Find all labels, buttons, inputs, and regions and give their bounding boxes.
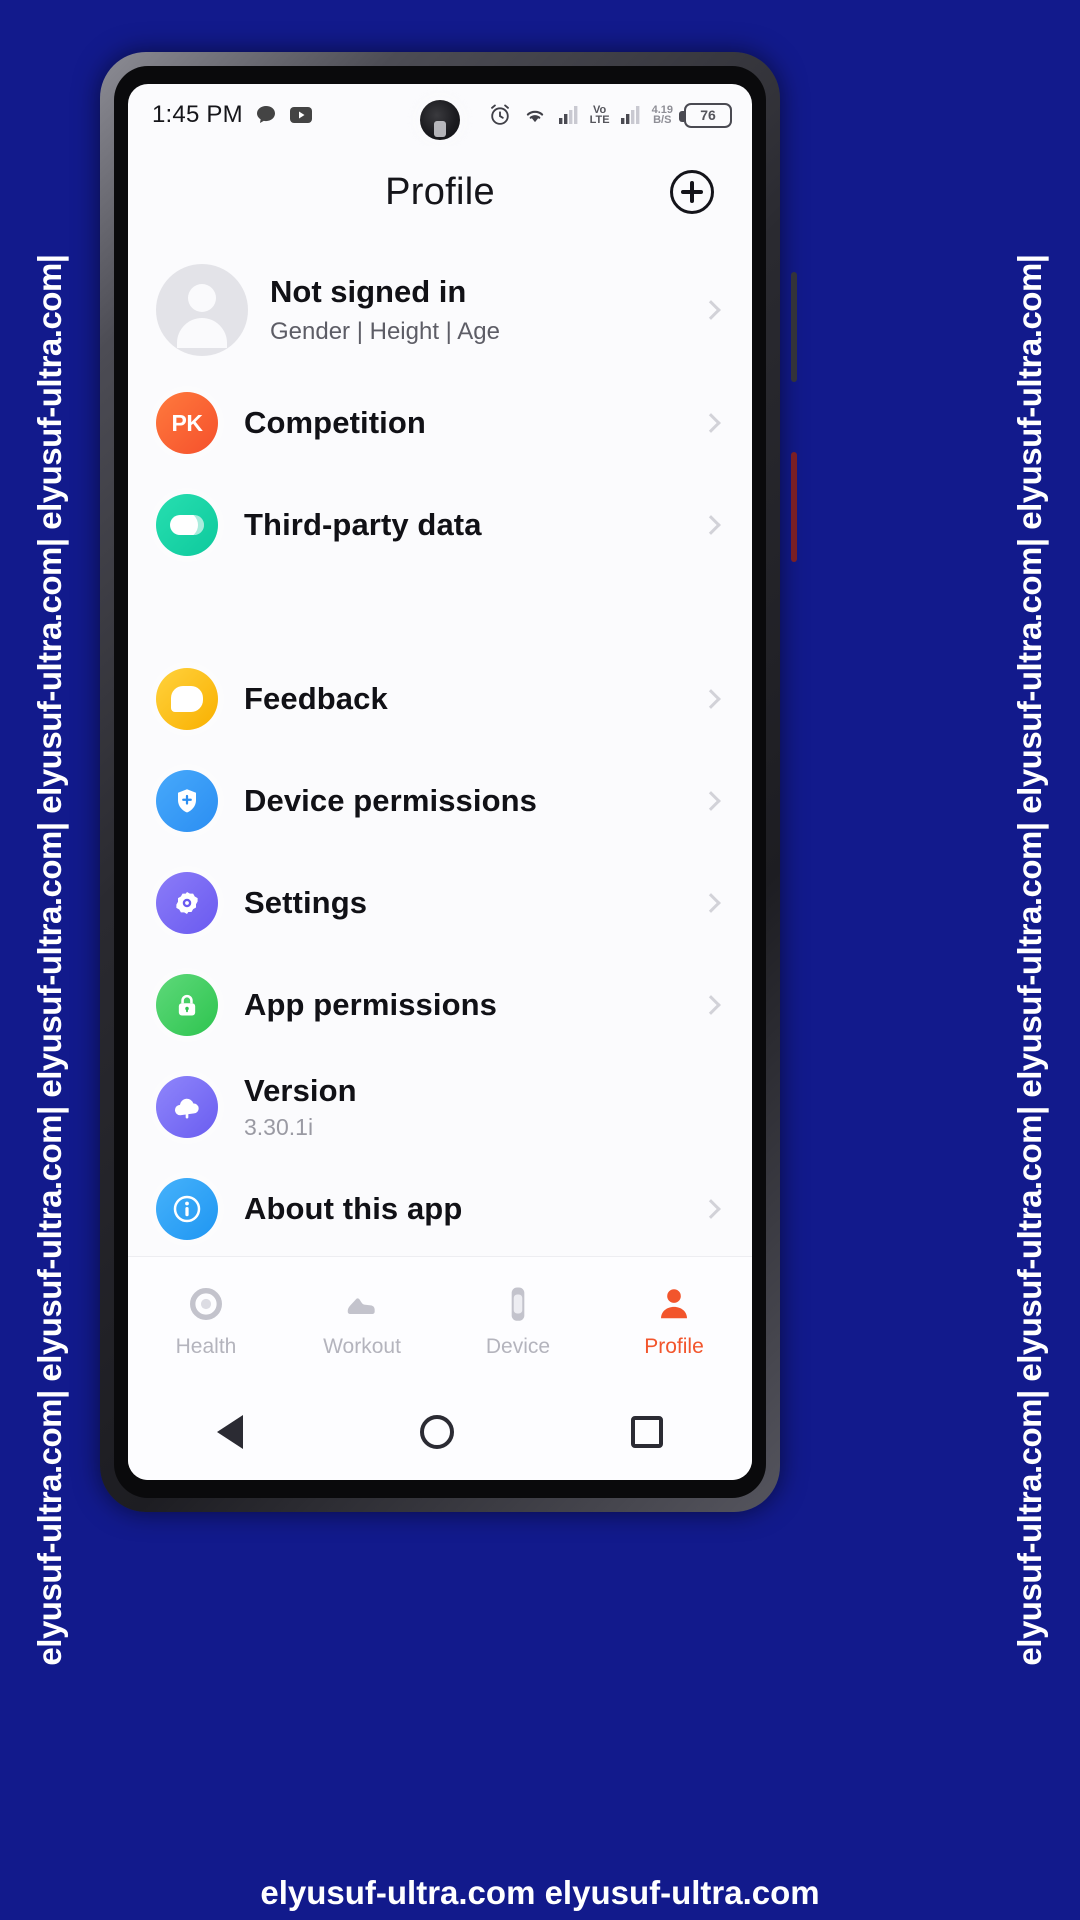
profile-name: Not signed in (270, 274, 467, 309)
front-camera-punch-hole (420, 100, 460, 140)
status-bar: 1:45 PM Vo LTE 4.19 B/S 76 (128, 84, 752, 146)
menu-item-version-label: Version (244, 1073, 357, 1108)
menu-item-app-permissions-label: App permissions (244, 987, 497, 1022)
chevron-right-icon (701, 995, 721, 1015)
volte-indicator: Vo LTE (589, 105, 610, 126)
feedback-icon (156, 668, 218, 730)
chevron-right-icon (701, 689, 721, 709)
wifi-icon (522, 104, 548, 126)
list-section-gap (128, 576, 752, 648)
status-bar-left: 1:45 PM (152, 101, 313, 129)
menu-item-feedback[interactable]: Feedback (128, 648, 752, 750)
avatar (156, 264, 248, 356)
menu-item-device-permissions[interactable]: Device permissions (128, 750, 752, 852)
menu-item-settings-label: Settings (244, 885, 368, 920)
menu-item-version-value: 3.30.1i (244, 1114, 314, 1140)
menu-item-competition[interactable]: PK Competition (128, 372, 752, 474)
volume-button[interactable] (791, 272, 797, 382)
chevron-right-icon (701, 515, 721, 535)
nav-item-profile[interactable]: Profile (596, 1283, 752, 1359)
battery-level-text: 76 (700, 107, 716, 123)
capsule-icon (156, 494, 218, 556)
app-bar: Profile (128, 146, 752, 238)
nav-item-workout[interactable]: Workout (284, 1283, 440, 1359)
menu-item-settings[interactable]: Settings (128, 852, 752, 954)
page-title: Profile (385, 170, 495, 213)
watermark-bottom: elyusuf-ultra.com elyusuf-ultra.com (260, 1874, 820, 1911)
network-speed-indicator: 4.19 B/S (652, 105, 673, 126)
netspeed-line-2: B/S (653, 114, 672, 126)
nav-item-device[interactable]: Device (440, 1283, 596, 1359)
chat-bubble-icon (254, 103, 278, 127)
gear-icon (156, 872, 218, 934)
menu-item-feedback-label: Feedback (244, 681, 388, 716)
signal-bars-icon (557, 104, 581, 126)
add-button[interactable] (670, 170, 714, 214)
shield-icon (156, 770, 218, 832)
chevron-right-icon (701, 893, 721, 913)
profile-account-row[interactable]: Not signed in Gender | Height | Age (128, 242, 752, 372)
home-circle-icon[interactable] (419, 1415, 454, 1449)
menu-item-competition-label: Competition (244, 405, 426, 440)
signal-bars-icon (619, 104, 643, 126)
alarm-icon (487, 102, 513, 128)
menu-item-third-party-data-label: Third-party data (244, 507, 482, 542)
chevron-right-icon (701, 791, 721, 811)
shoe-icon (341, 1283, 383, 1325)
phone-frame: 1:45 PM Vo LTE 4.19 B/S 76 Profile Not s… (100, 52, 797, 1512)
android-system-nav (128, 1384, 752, 1480)
menu-item-third-party-data[interactable]: Third-party data (128, 474, 752, 576)
menu-item-about-this-app-label: About this app (244, 1191, 463, 1226)
youtube-icon (289, 105, 313, 125)
menu-item-version-text: Version 3.30.1i (244, 1073, 357, 1141)
power-button[interactable] (791, 452, 797, 562)
watermark-left-text: elyusuf-ultra.com| elyusuf-ultra.com| el… (31, 254, 68, 1666)
menu-item-version[interactable]: Version 3.30.1i (128, 1056, 752, 1158)
watermark-right-text: elyusuf-ultra.com| elyusuf-ultra.com| el… (1011, 254, 1048, 1666)
health-ring-icon (185, 1283, 227, 1325)
chevron-right-icon (701, 413, 721, 433)
info-icon (156, 1178, 218, 1240)
status-time: 1:45 PM (152, 101, 243, 128)
person-icon (653, 1283, 695, 1325)
bottom-navigation: Health Workout Device Profile (128, 1256, 752, 1384)
back-triangle-icon[interactable] (216, 1415, 243, 1449)
phone-screen: 1:45 PM Vo LTE 4.19 B/S 76 Profile Not s… (128, 84, 752, 1480)
nav-item-health-label: Health (175, 1334, 237, 1358)
watermark-right: elyusuf-ultra.com| elyusuf-ultra.com| el… (980, 0, 1080, 1920)
battery-icon: 76 (679, 102, 732, 128)
cloud-upload-icon (156, 1076, 218, 1138)
menu-item-app-permissions[interactable]: App permissions (128, 954, 752, 1056)
profile-text: Not signed in Gender | Height | Age (270, 274, 500, 346)
profile-menu-list: Not signed in Gender | Height | Age PK C… (128, 238, 752, 1256)
phone-bezel: 1:45 PM Vo LTE 4.19 B/S 76 Profile Not s… (114, 66, 766, 1498)
chevron-right-icon (701, 1199, 721, 1219)
nav-item-profile-label: Profile (644, 1334, 704, 1358)
watch-icon (497, 1283, 539, 1325)
nav-item-workout-label: Workout (323, 1334, 401, 1358)
status-bar-right: Vo LTE 4.19 B/S 76 (487, 102, 732, 128)
pk-icon-text: PK (171, 409, 203, 436)
recents-square-icon[interactable] (631, 1416, 664, 1448)
profile-subtitle: Gender | Height | Age (270, 318, 500, 345)
chevron-right-icon (701, 300, 721, 320)
menu-item-device-permissions-label: Device permissions (244, 783, 538, 818)
menu-item-about-this-app[interactable]: About this app (128, 1158, 752, 1256)
lock-icon (156, 974, 218, 1036)
watermark-left: elyusuf-ultra.com| elyusuf-ultra.com| el… (0, 0, 100, 1920)
volte-line-2: LTE (589, 114, 610, 126)
nav-item-health[interactable]: Health (128, 1283, 284, 1359)
pk-icon: PK (156, 392, 218, 454)
nav-item-device-label: Device (485, 1334, 551, 1358)
